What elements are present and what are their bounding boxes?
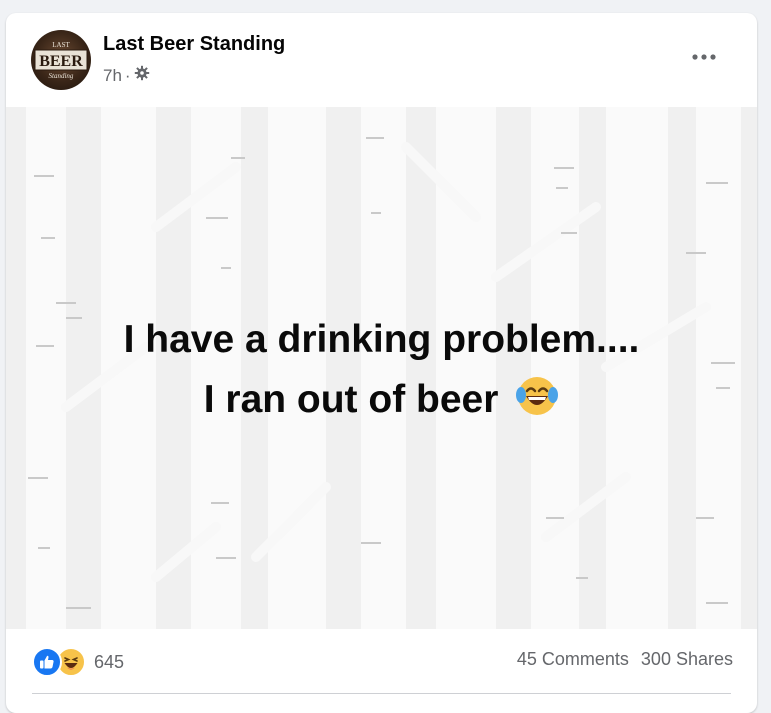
- comments-count-link[interactable]: 45 Comments: [517, 649, 629, 670]
- post-header: LAST BEER Standing Last Beer Standing 7h…: [6, 13, 757, 107]
- footer-divider: [32, 693, 731, 694]
- reaction-count: 645: [94, 651, 125, 672]
- avatar[interactable]: LAST BEER Standing: [31, 30, 91, 90]
- more-options-icon: [692, 54, 716, 60]
- shares-count-link[interactable]: 300 Shares: [641, 649, 733, 670]
- post-message: I have a drinking problem.... I ran out …: [6, 310, 757, 430]
- post-meta: 7h ·: [103, 65, 150, 86]
- post-card: LAST BEER Standing Last Beer Standing 7h…: [6, 13, 757, 713]
- gear-icon[interactable]: [134, 65, 150, 86]
- post-message-line-2-text: I ran out of beer: [203, 378, 499, 421]
- post-message-line-2: I ran out of beer: [6, 370, 757, 430]
- post-footer: 645 45 Comments 300 Shares: [6, 629, 757, 697]
- post-message-line-1: I have a drinking problem....: [123, 318, 640, 361]
- reactions-summary[interactable]: 645: [32, 647, 124, 677]
- meta-separator: ·: [124, 65, 131, 85]
- post-time-link[interactable]: 7h: [103, 66, 122, 86]
- beer-logo-icon: LAST BEER Standing: [34, 41, 88, 80]
- svg-text:BEER: BEER: [39, 53, 83, 70]
- more-options-button[interactable]: [684, 41, 724, 73]
- svg-text:Standing: Standing: [49, 72, 74, 80]
- post-image[interactable]: I have a drinking problem.... I ran out …: [6, 107, 757, 629]
- engagement-stats: 45 Comments 300 Shares: [517, 649, 733, 670]
- face-with-tears-of-joy-emoji: [516, 377, 559, 415]
- page-name-link[interactable]: Last Beer Standing: [103, 33, 285, 56]
- like-icon: [32, 647, 62, 677]
- svg-text:LAST: LAST: [52, 41, 70, 49]
